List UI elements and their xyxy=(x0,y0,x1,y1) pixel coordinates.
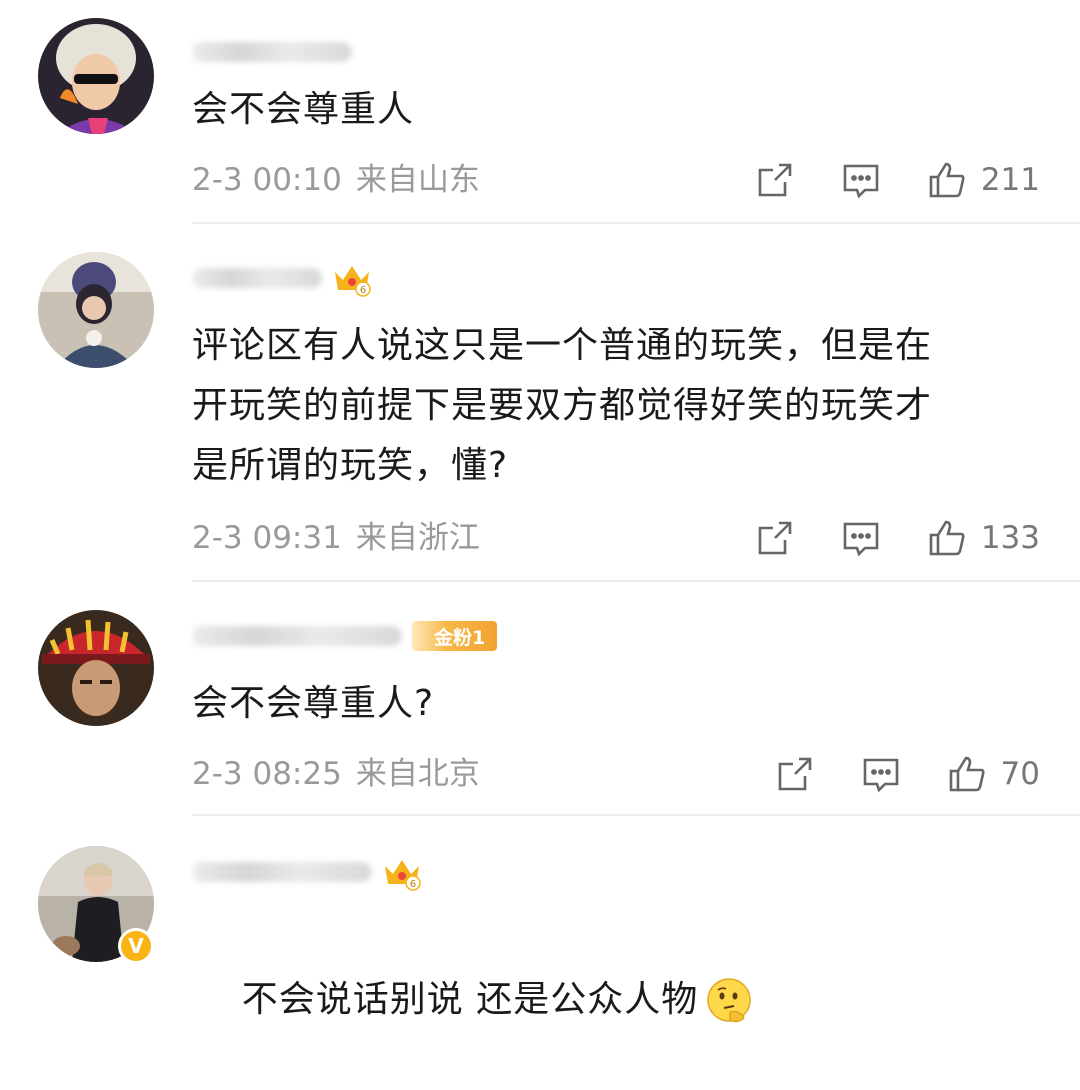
comment-meta: 2-3 00:10 来自山东 xyxy=(192,160,480,200)
username[interactable] xyxy=(192,30,352,74)
verified-badge: V xyxy=(118,928,154,964)
comment-text: 评论区有人说这只是一个普通的玩笑，但是在 开玩笑的前提下是要双方都觉得好笑的玩笑… xyxy=(192,325,933,486)
like-button[interactable]: 133 xyxy=(927,518,1040,558)
comment-time: 2-3 09:31 xyxy=(192,520,342,556)
comment-text-row: 不会说话别说 还是公众人物 xyxy=(192,910,1022,1090)
comment-time: 2-3 08:25 xyxy=(192,756,342,792)
like-count: 211 xyxy=(980,162,1040,198)
like-button[interactable]: 70 xyxy=(947,754,1040,794)
comment-text: 会不会尊重人? xyxy=(192,683,435,724)
like-count: 133 xyxy=(980,520,1040,556)
share-icon xyxy=(778,757,811,791)
share-button[interactable] xyxy=(755,160,795,200)
comment-item: 会不会尊重人 2-3 00:10 来自山东 211 xyxy=(0,0,1080,226)
comment-item: 金粉1 会不会尊重人? 2-3 08:25 来自北京 70 xyxy=(0,584,1080,818)
comment-time: 2-3 00:10 xyxy=(192,162,342,198)
like-icon xyxy=(929,520,965,556)
comment-actions: 211 xyxy=(709,160,1040,200)
like-icon xyxy=(929,162,965,198)
comment-icon xyxy=(843,522,879,557)
share-button[interactable] xyxy=(755,518,795,558)
badge-level: 6 xyxy=(360,285,366,296)
comment-icon xyxy=(843,164,879,199)
comment-text: 会不会尊重人 xyxy=(192,89,415,130)
badge-level: 6 xyxy=(410,879,416,890)
divider xyxy=(192,222,1080,224)
username[interactable]: 6 xyxy=(192,850,422,894)
username[interactable]: 6 xyxy=(192,256,372,300)
share-icon xyxy=(758,163,792,197)
comment-location: 来自浙江 xyxy=(355,520,480,556)
share-icon xyxy=(758,521,792,555)
divider xyxy=(192,580,1080,582)
comment-location: 来自北京 xyxy=(355,756,480,792)
comment-actions: 70 xyxy=(729,754,1040,794)
comment-item: V 6 不会说话别说 还是公众人物 xyxy=(0,818,1080,1023)
comment-icon xyxy=(863,758,898,793)
reply-button[interactable] xyxy=(841,160,881,200)
comment-meta: 2-3 08:25 来自北京 xyxy=(192,754,480,794)
crown-badge-icon: 6 xyxy=(335,266,371,297)
comment-location: 来自山东 xyxy=(355,162,480,198)
crown-badge-icon: 6 xyxy=(385,860,421,891)
like-icon xyxy=(949,756,985,792)
comment-actions: 133 xyxy=(709,518,1040,558)
avatar[interactable] xyxy=(38,610,154,726)
username[interactable]: 金粉1 xyxy=(192,614,498,658)
reply-button[interactable] xyxy=(861,754,901,794)
comment-text: 不会说话别说 还是公众人物 xyxy=(241,979,699,1020)
like-button[interactable]: 211 xyxy=(927,160,1040,200)
divider xyxy=(192,814,1080,816)
reply-button[interactable] xyxy=(841,518,881,558)
share-button[interactable] xyxy=(775,754,815,794)
comment-meta: 2-3 09:31 来自浙江 xyxy=(192,518,480,558)
avatar[interactable] xyxy=(38,252,154,368)
like-count: 70 xyxy=(1000,756,1040,792)
avatar[interactable] xyxy=(38,18,154,134)
fan-badge: 金粉1 xyxy=(412,621,498,651)
comment-item: 6 评论区有人说这只是一个普通的玩笑，但是在 开玩笑的前提下是要双方都觉得好笑的… xyxy=(0,226,1080,584)
thinking-emoji-icon xyxy=(707,978,751,1023)
